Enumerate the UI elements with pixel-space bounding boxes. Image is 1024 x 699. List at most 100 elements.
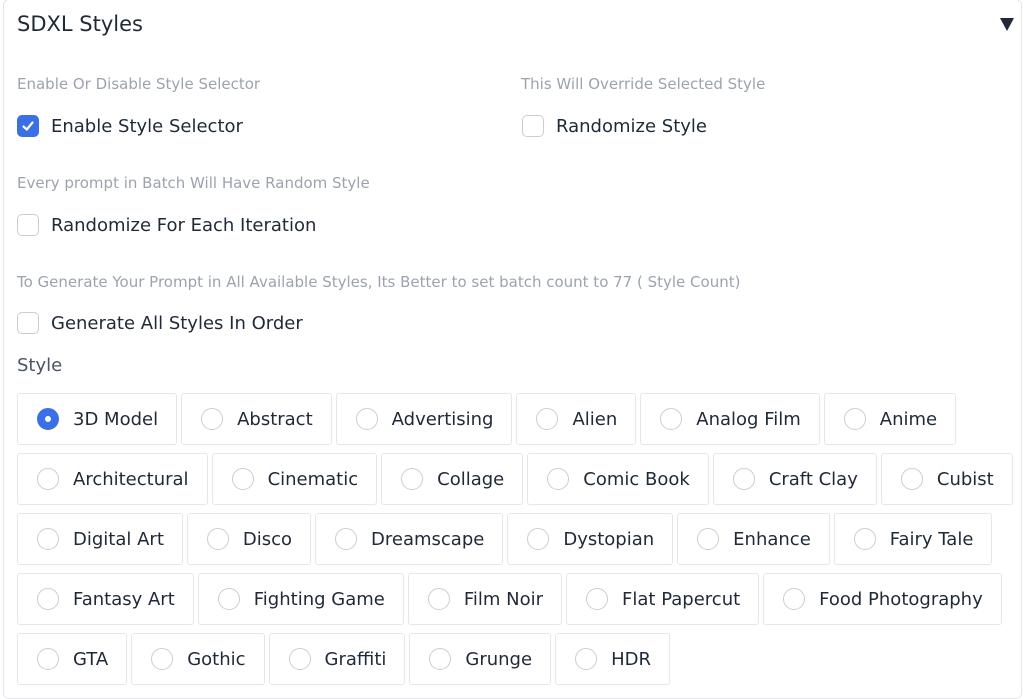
style-radio-option[interactable]: Analog Film — [640, 393, 820, 445]
style-radio-option[interactable]: Anime — [823, 393, 957, 445]
randomize-style-checkbox[interactable]: Randomize Style — [522, 115, 707, 137]
style-option-label: Cinematic — [267, 468, 359, 490]
style-option-label: GTA — [73, 648, 109, 670]
radio-button[interactable] — [201, 408, 224, 430]
style-option: Flat Papercut — [566, 573, 763, 633]
style-option-label: Fighting Game — [253, 588, 385, 610]
radio-button[interactable] — [843, 408, 866, 430]
style-option: Cinematic — [211, 453, 382, 513]
radio-button[interactable] — [429, 648, 452, 670]
style-radio-option[interactable]: Alien — [516, 393, 637, 445]
style-option-label: Grunge — [465, 648, 533, 670]
radio-button[interactable] — [586, 588, 609, 610]
randomize-each-iteration-label: Randomize For Each Iteration — [51, 214, 317, 236]
checkbox-box[interactable] — [17, 115, 39, 137]
generate-all-styles-checkbox[interactable]: Generate All Styles In Order — [17, 312, 303, 334]
style-option: Fantasy Art — [17, 573, 198, 633]
style-option-label: Fantasy Art — [73, 588, 175, 610]
style-option: Anime — [823, 393, 960, 453]
style-radio-option[interactable]: Architectural — [17, 453, 208, 505]
radio-button[interactable] — [527, 528, 550, 550]
style-option-label: Cubist — [936, 468, 994, 490]
radio-button[interactable] — [536, 408, 559, 430]
style-option-label: Collage — [437, 468, 505, 490]
style-radio-option[interactable]: Cinematic — [211, 453, 378, 505]
style-radio-option[interactable]: 3D Model — [17, 393, 178, 445]
style-radio-option[interactable]: Fighting Game — [197, 573, 404, 625]
style-radio-option[interactable]: Fairy Tale — [833, 513, 993, 565]
style-radio-option[interactable]: Food Photography — [763, 573, 1002, 625]
radio-button[interactable] — [37, 648, 59, 670]
style-option-label: Enhance — [733, 528, 811, 550]
style-option: Enhance — [677, 513, 834, 573]
style-radio-option[interactable]: Cubist — [880, 453, 1013, 505]
style-radio-option[interactable]: Advertising — [335, 393, 513, 445]
style-radio-option[interactable]: Abstract — [181, 393, 332, 445]
style-radio-option[interactable]: Craft Clay — [712, 453, 877, 505]
style-radio-option[interactable]: HDR — [555, 633, 670, 685]
style-radio-option[interactable]: Graffiti — [268, 633, 406, 685]
randomize-style-info: This Will Override Selected Style — [521, 75, 766, 93]
enable-style-selector-checkbox[interactable]: Enable Style Selector — [17, 115, 243, 137]
style-option-label: Analog Film — [696, 408, 801, 430]
style-option: Architectural — [17, 453, 212, 513]
randomize-iteration-info: Every prompt in Batch Will Have Random S… — [17, 174, 370, 192]
radio-button[interactable] — [37, 468, 59, 490]
style-option: Comic Book — [527, 453, 713, 513]
style-option: Cubist — [880, 453, 1017, 513]
radio-button[interactable] — [697, 528, 720, 550]
radio-button[interactable] — [206, 528, 229, 550]
style-radio-option[interactable]: GTA — [17, 633, 128, 685]
radio-button[interactable] — [231, 468, 254, 490]
style-option: Dreamscape — [315, 513, 507, 573]
radio-button[interactable] — [853, 528, 876, 550]
style-radio-option[interactable]: Digital Art — [17, 513, 183, 565]
radio-button[interactable] — [427, 588, 450, 610]
radio-button[interactable] — [37, 528, 59, 550]
accordion-header[interactable]: SDXL Styles — [0, 0, 1024, 54]
radio-button[interactable] — [547, 468, 570, 490]
style-radio-option[interactable]: Disco — [186, 513, 312, 565]
style-option: HDR — [555, 633, 674, 693]
radio-button[interactable] — [355, 408, 378, 430]
style-radio-option[interactable]: Comic Book — [527, 453, 709, 505]
style-option-label: Flat Papercut — [622, 588, 741, 610]
radio-button[interactable] — [575, 648, 598, 670]
radio-button[interactable] — [401, 468, 424, 490]
radio-button[interactable] — [732, 468, 755, 490]
radio-button[interactable] — [335, 528, 358, 550]
style-radio-option[interactable]: Film Noir — [407, 573, 563, 625]
triangle-down-icon[interactable] — [998, 15, 1016, 33]
style-radio-option[interactable]: Fantasy Art — [17, 573, 194, 625]
radio-button[interactable] — [900, 468, 923, 490]
panel-title: SDXL Styles — [17, 12, 143, 36]
checkbox-box[interactable] — [17, 214, 39, 236]
radio-button[interactable] — [217, 588, 240, 610]
style-radio-option[interactable]: Grunge — [409, 633, 552, 685]
style-option: Analog Film — [640, 393, 824, 453]
radio-button[interactable] — [37, 588, 59, 610]
style-option: Disco — [186, 513, 315, 573]
style-option: Grunge — [409, 633, 555, 693]
checkbox-box[interactable] — [522, 115, 544, 137]
style-radio-option[interactable]: Gothic — [131, 633, 265, 685]
style-option-label: Film Noir — [463, 588, 544, 610]
radio-button[interactable] — [660, 408, 683, 430]
style-option-label: Comic Book — [583, 468, 690, 490]
style-option: Digital Art — [17, 513, 187, 573]
radio-button[interactable] — [288, 648, 311, 670]
radio-button[interactable] — [151, 648, 174, 670]
randomize-each-iteration-checkbox[interactable]: Randomize For Each Iteration — [17, 214, 316, 236]
style-radio-option[interactable]: Flat Papercut — [566, 573, 760, 625]
style-option: Collage — [381, 453, 527, 513]
style-radio-option[interactable]: Collage — [381, 453, 524, 505]
style-radio-option[interactable]: Dystopian — [507, 513, 674, 565]
check-icon — [22, 121, 34, 131]
style-option-label: 3D Model — [73, 408, 159, 430]
style-radio-option[interactable]: Enhance — [677, 513, 830, 565]
style-option-label: Gothic — [187, 648, 246, 670]
radio-button[interactable] — [783, 588, 806, 610]
radio-button[interactable] — [37, 408, 59, 430]
style-radio-option[interactable]: Dreamscape — [315, 513, 504, 565]
checkbox-box[interactable] — [17, 312, 39, 334]
